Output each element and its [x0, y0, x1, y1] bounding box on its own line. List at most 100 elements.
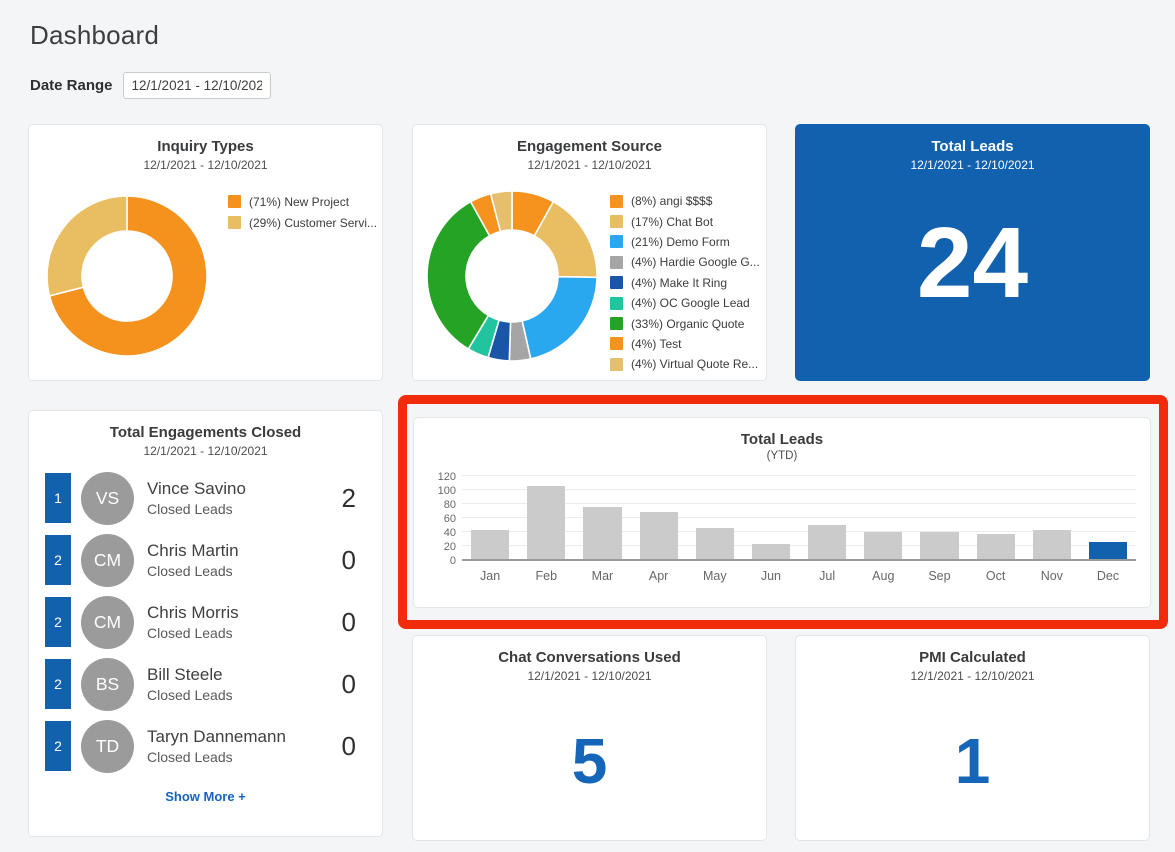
person-meta: Chris Morris Closed Leads [147, 603, 239, 641]
donut-slice [426, 200, 491, 351]
bar-may [695, 527, 734, 559]
legend-swatch [610, 215, 623, 229]
bar-slot [462, 529, 518, 559]
show-more-link[interactable]: Show More + [29, 789, 382, 804]
card-subtitle: (YTD) [766, 450, 798, 462]
legend-item: (29%) Customer Servi... [228, 212, 377, 233]
avatar: CM [81, 533, 134, 587]
bar-slot [1080, 542, 1136, 559]
legend-label: (8%) angi $$$$ [631, 194, 713, 209]
legend-swatch [610, 235, 623, 249]
bar-slot [743, 543, 799, 559]
person-name: Chris Martin [147, 541, 239, 560]
donut-chart [45, 194, 209, 363]
person-meta: Bill Steele Closed Leads [147, 665, 233, 703]
bar-jul [808, 525, 847, 559]
card-subtitle: 12/1/2021 - 12/10/2021 [527, 669, 652, 683]
gridline [462, 475, 1136, 476]
bar-slot [574, 507, 630, 559]
date-range-input[interactable] [122, 72, 271, 99]
person-name: Vince Savino [147, 479, 246, 498]
legend-item: (33%) Organic Quote [610, 313, 760, 333]
y-axis-tick-label: 40 [443, 526, 456, 539]
legend-item: (4%) Make It Ring [610, 273, 760, 293]
closed-leads-count: 0 [341, 668, 356, 699]
legend-item: (4%) OC Google Lead [610, 293, 760, 313]
legend-label: (4%) Virtual Quote Re... [631, 357, 759, 372]
x-axis-tick-label: Aug [872, 569, 895, 583]
card-subtitle: 12/1/2021 - 12/10/2021 [143, 158, 268, 172]
bar-slot [518, 486, 574, 559]
legend-swatch [610, 276, 623, 290]
legend-swatch [610, 255, 623, 269]
person-sublabel: Closed Leads [147, 687, 233, 703]
bar-apr [639, 512, 678, 559]
x-axis-labels: Jan Feb Mar Apr May Jun Jul Aug Sep Oct Nov Dec [462, 569, 1136, 583]
plot-area [462, 475, 1136, 561]
x-axis-tick-label: Oct [985, 569, 1006, 583]
card-title: Total Leads [740, 431, 824, 448]
x-axis-tick-label: Jul [819, 569, 836, 583]
legend-label: (4%) Hardie Google G... [631, 255, 760, 270]
list-item: 2 BS Bill Steele Closed Leads 0 [29, 653, 382, 715]
card-title: Chat Conversations Used [498, 649, 681, 666]
date-range-row: Date Range [30, 72, 271, 99]
date-range-label: Date Range [30, 77, 113, 94]
inquiry-types-card: Inquiry Types 12/1/2021 - 12/10/2021 (71… [28, 124, 383, 381]
x-axis-tick-label: May [702, 569, 727, 583]
list-item: 1 VS Vince Savino Closed Leads 2 [29, 467, 382, 529]
rank-badge: 2 [45, 535, 71, 585]
legend-label: (33%) Organic Quote [631, 316, 745, 331]
legend-swatch [610, 296, 623, 310]
donut-chart [425, 189, 599, 368]
bar-slot [968, 533, 1024, 559]
legend-item: (8%) angi $$$$ [610, 191, 760, 211]
chart-legend: (8%) angi $$$$ (17%) Chat Bot (21%) Demo F… [610, 191, 760, 375]
x-axis-tick-label: Feb [535, 569, 558, 583]
closed-leads-count: 2 [341, 482, 356, 513]
legend-label: (17%) Chat Bot [631, 214, 714, 229]
legend-swatch [610, 317, 623, 331]
bar-jun [751, 543, 791, 559]
total-leads-value: 24 [916, 207, 1029, 319]
person-sublabel: Closed Leads [147, 563, 233, 579]
card-title: PMI Calculated [919, 649, 1026, 666]
bar-oct [976, 533, 1015, 559]
legend-label: (29%) Customer Servi... [249, 215, 378, 230]
y-axis-tick-label: 20 [443, 540, 456, 553]
chart-legend: (71%) New Project (29%) Customer Servi... [228, 191, 377, 233]
rank-badge: 2 [45, 597, 71, 647]
card-title: Inquiry Types [157, 138, 254, 155]
closed-leads-count: 0 [341, 544, 356, 575]
card-subtitle: 12/1/2021 - 12/10/2021 [143, 444, 268, 458]
rank-badge: 1 [45, 473, 71, 523]
person-sublabel: Closed Leads [147, 749, 233, 765]
legend-item: (4%) Test [610, 334, 760, 354]
y-axis-tick-label: 80 [443, 498, 456, 511]
person-sublabel: Closed Leads [147, 625, 233, 641]
x-axis-tick-label: Apr [648, 569, 669, 583]
list-item: 2 TD Taryn Dannemann Closed Leads 0 [29, 715, 382, 777]
card-title: Total Engagements Closed [109, 424, 302, 441]
person-name: Chris Morris [147, 603, 239, 622]
y-axis-tick-label: 60 [443, 512, 456, 525]
bar-slot [911, 531, 967, 559]
engagements-closed-card: Total Engagements Closed 12/1/2021 - 12/… [28, 410, 383, 837]
bar-feb [527, 486, 566, 559]
bar-chart: 0 20 40 60 80 100 120 Jan Feb Mar Apr May Jun Jul Aug S… [422, 470, 1142, 590]
x-axis-tick-label: Jan [480, 569, 501, 583]
legend-swatch [228, 195, 241, 208]
chat-conversations-value: 5 [571, 725, 608, 797]
pmi-calculated-value: 1 [954, 725, 991, 797]
legend-item: (21%) Demo Form [610, 232, 760, 252]
pmi-calculated-card: PMI Calculated 12/1/2021 - 12/10/2021 1 [795, 635, 1150, 841]
legend-swatch [610, 357, 623, 371]
highlight-box: Total Leads (YTD) 0 20 40 60 80 100 120 Jan Feb M… [398, 395, 1168, 629]
total-leads-card: Total Leads 12/1/2021 - 12/10/2021 24 [795, 124, 1150, 381]
legend-label: (21%) Demo Form [631, 234, 730, 249]
card-subtitle: 12/1/2021 - 12/10/2021 [527, 158, 652, 172]
bar-slot [687, 527, 743, 559]
card-title: Engagement Source [516, 138, 663, 155]
list-item: 2 CM Chris Martin Closed Leads 0 [29, 529, 382, 591]
x-axis-tick-label: Mar [591, 569, 614, 583]
